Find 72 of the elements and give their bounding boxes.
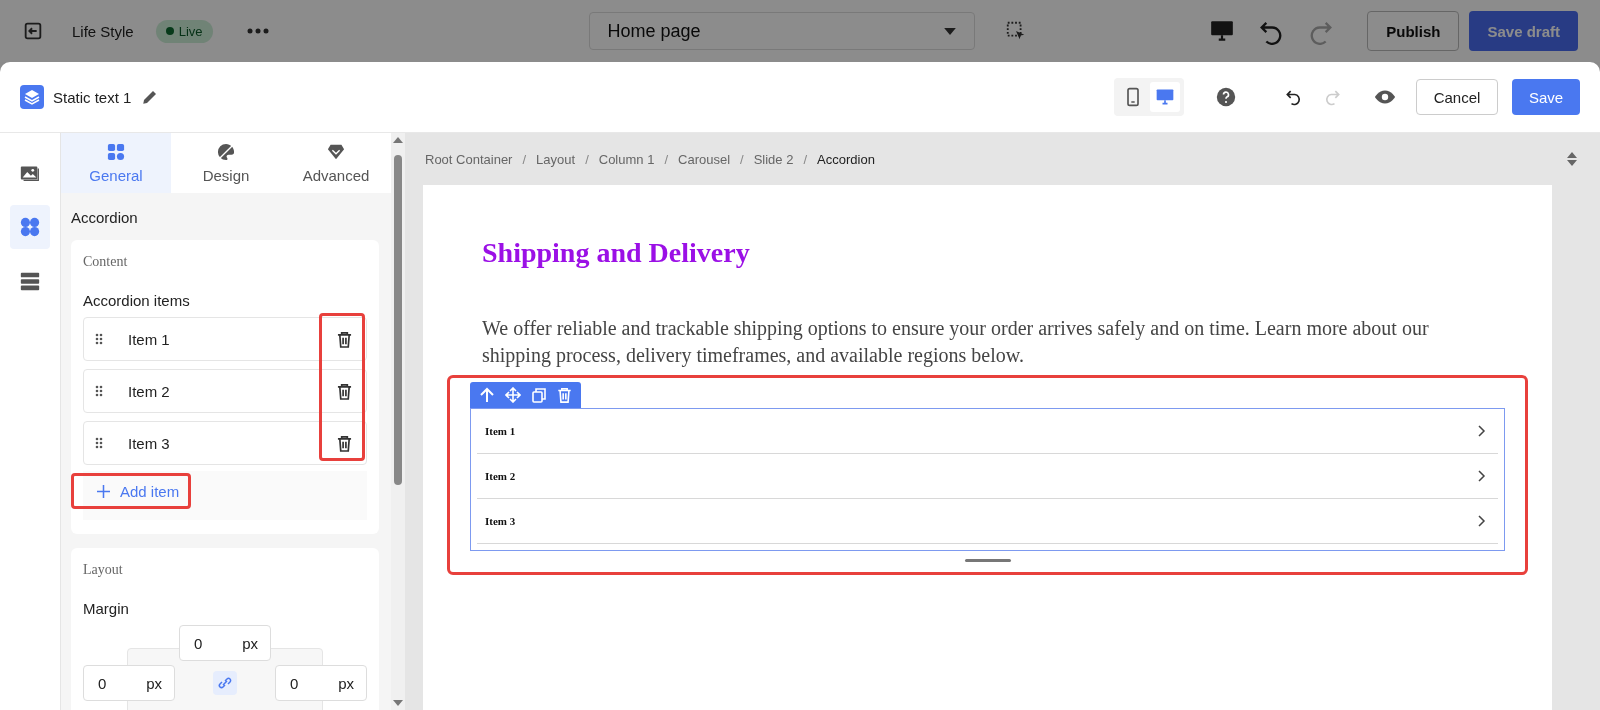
breadcrumb-link[interactable]: Root Container: [425, 151, 513, 167]
breadcrumb-link[interactable]: Carousel: [678, 151, 731, 167]
chevron-right-icon: [1478, 470, 1486, 482]
breadcrumb-separator: /: [803, 151, 808, 167]
publish-button[interactable]: Publish: [1367, 11, 1460, 51]
page-paragraph: We offer reliable and trackable shipping options to ensure your order arrives safely and on time. Learn more about our shipping process, delivery timeframes, and available regions below.: [482, 316, 1430, 369]
site-name: Life Style: [72, 22, 134, 40]
item-label: Item 3: [128, 434, 170, 452]
page-select[interactable]: Home page: [588, 12, 975, 50]
move-icon[interactable]: [505, 387, 521, 403]
margin-right-field[interactable]: 0 px: [275, 665, 367, 701]
scrollbar[interactable]: [391, 133, 405, 710]
item-label: Item 1: [128, 330, 170, 348]
more-icon[interactable]: [246, 28, 269, 34]
select-area-icon[interactable]: [1004, 20, 1027, 42]
list-icon: [19, 270, 41, 292]
card-title: Layout: [83, 562, 124, 578]
four-circles-icon: [19, 216, 41, 238]
drag-handle-icon[interactable]: [95, 333, 103, 345]
card-title: Content: [83, 254, 129, 270]
arrow-up-icon[interactable]: [479, 387, 495, 403]
field-label: Accordion items: [83, 292, 191, 309]
breadcrumb-separator: /: [740, 151, 744, 167]
status-badge: Live: [155, 19, 213, 43]
panel-tab[interactable]: General: [61, 133, 171, 193]
plus-icon: [97, 485, 110, 498]
chevron-right-icon: [1478, 515, 1486, 527]
accordion-row[interactable]: Item 1: [477, 409, 1498, 454]
element-title: Static text 1: [53, 88, 132, 106]
breadcrumb-separator: /: [664, 151, 668, 167]
link-icon[interactable]: [213, 671, 237, 695]
margin-left-field[interactable]: 0 px: [83, 665, 175, 701]
sort-icon[interactable]: [1566, 151, 1578, 167]
drag-handle-icon[interactable]: [95, 437, 103, 449]
panel-tab[interactable]: Design: [171, 133, 281, 193]
cancel-button[interactable]: Cancel: [1416, 79, 1498, 115]
diamond-icon: [327, 142, 345, 161]
breadcrumb-separator: /: [585, 151, 589, 167]
breadcrumb-link[interactable]: Accordion: [817, 151, 875, 167]
exit-icon[interactable]: [22, 20, 44, 42]
accordion-item-row[interactable]: Item 2: [83, 369, 367, 413]
grid-icon: [107, 142, 125, 161]
help-icon[interactable]: [1216, 87, 1236, 107]
save-button[interactable]: Save: [1512, 79, 1580, 115]
breadcrumb-link[interactable]: Column 1: [598, 151, 655, 167]
desktop-view-button[interactable]: [1150, 82, 1180, 112]
copy-icon[interactable]: [531, 387, 547, 403]
resize-handle[interactable]: [964, 559, 1011, 562]
page-heading: Shipping and Delivery: [482, 237, 751, 269]
breadcrumb-link[interactable]: Layout: [536, 151, 576, 167]
margin-top-field[interactable]: 0 px: [179, 625, 271, 661]
section-title: Accordion: [70, 208, 139, 228]
elements-tab[interactable]: [10, 205, 50, 249]
accordion-item-row[interactable]: Item 3: [83, 421, 367, 465]
caret-icon: [943, 27, 956, 35]
drag-handle-icon[interactable]: [95, 385, 103, 397]
accordion-row[interactable]: Item 3: [477, 499, 1498, 544]
desktop-icon[interactable]: [1209, 18, 1236, 44]
layers-icon: [20, 85, 44, 109]
accordion-row[interactable]: Item 2: [477, 454, 1498, 499]
palette-icon: [217, 142, 235, 161]
chevron-right-icon: [1478, 425, 1486, 437]
field-label: Margin: [83, 600, 130, 617]
trash-icon[interactable]: [337, 434, 352, 452]
breadcrumb-separator: /: [522, 151, 527, 167]
trash-icon[interactable]: [337, 330, 352, 348]
trash-icon[interactable]: [337, 382, 352, 400]
panel-tab[interactable]: Advanced: [281, 133, 391, 193]
breadcrumb-link[interactable]: Slide 2: [753, 151, 794, 167]
accordion-item-row[interactable]: Item 1: [83, 317, 367, 361]
item-label: Item 2: [128, 382, 170, 400]
monitor-icon: [1155, 87, 1175, 107]
